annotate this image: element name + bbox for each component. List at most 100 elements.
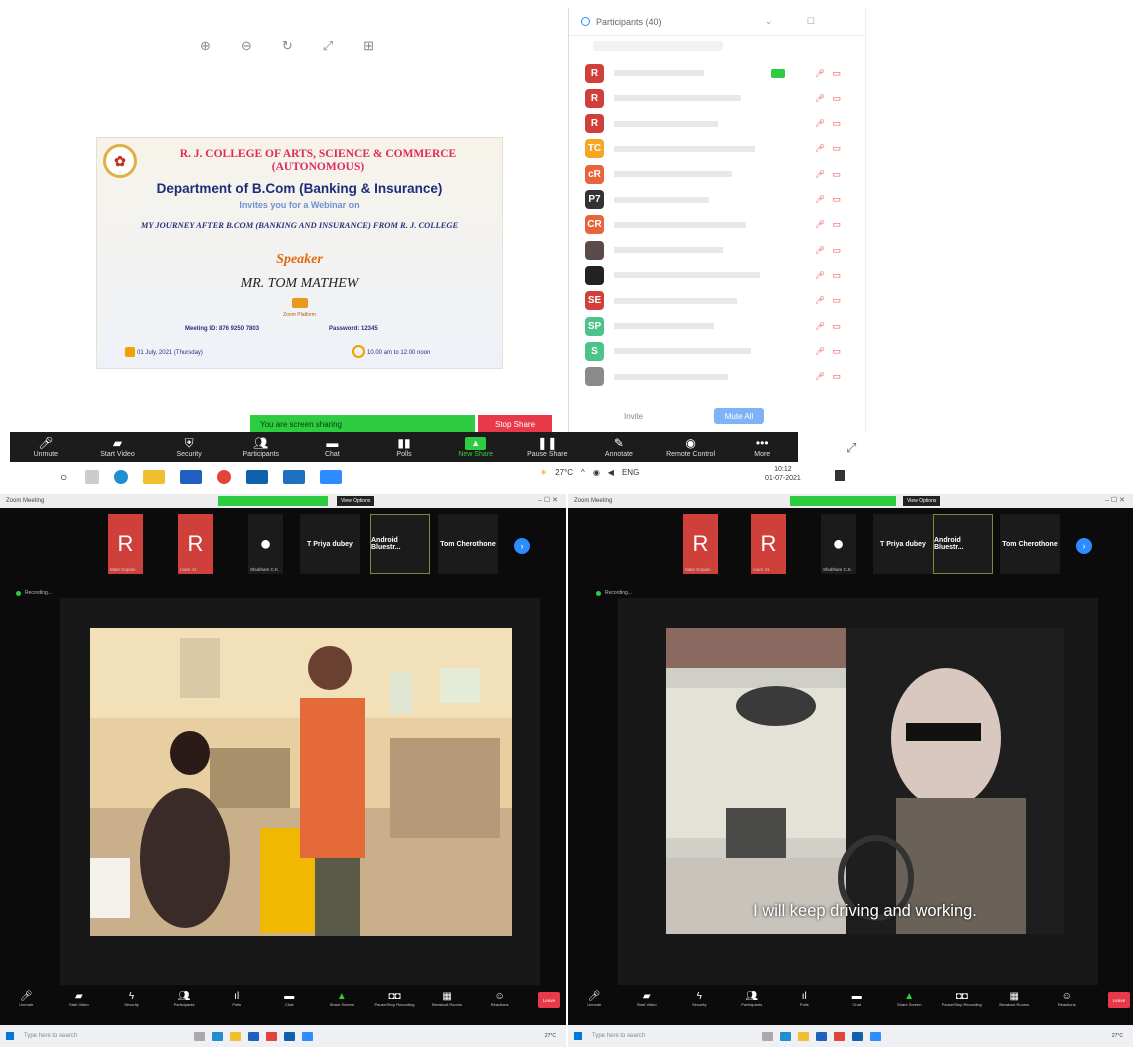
mic-muted-icon[interactable]: 🎤︎ <box>815 69 825 78</box>
leave-button[interactable]: Leave <box>1108 992 1130 1008</box>
view-options-button[interactable]: View Options <box>903 496 941 506</box>
video-off-icon[interactable]: ▭ <box>832 245 841 256</box>
search-icon[interactable]: ○ <box>60 470 67 484</box>
file-explorer-icon[interactable] <box>230 1031 241 1041</box>
participant-row[interactable]: 🎤︎ ▭ <box>585 264 855 286</box>
chat-button[interactable]: ▬ Chat <box>831 991 884 1007</box>
panel-window-controls[interactable]: ⌄ ☐ <box>765 16 831 27</box>
share-screen-button[interactable]: ▲ Share Screen <box>316 991 369 1007</box>
chrome-icon[interactable] <box>266 1031 277 1041</box>
polls-button[interactable]: ıl Polls <box>210 991 263 1007</box>
more-button[interactable]: ••• More <box>726 432 798 462</box>
zoom-app-icon[interactable] <box>302 1031 313 1041</box>
zoom-app-icon[interactable] <box>320 470 343 484</box>
participant-row[interactable]: 🎤︎ ▭ <box>585 366 855 388</box>
outlook-icon[interactable] <box>284 1031 295 1041</box>
video-off-icon[interactable]: ▭ <box>832 169 841 180</box>
taskbar-search[interactable]: Type here to search <box>592 1033 702 1039</box>
reactions-button[interactable]: ☺ Reactions <box>473 991 526 1007</box>
participant-row[interactable]: SP 🎤︎ ▭ <box>585 315 855 337</box>
store-icon[interactable] <box>816 1031 827 1041</box>
participants-button[interactable]: 👥︎ Participants <box>726 991 779 1007</box>
pause-stop-recording-button[interactable]: ◘◘ Pause/Stop Recording <box>368 991 421 1007</box>
chrome-icon[interactable] <box>217 470 232 484</box>
mic-muted-icon[interactable]: 🎤︎ <box>815 372 825 381</box>
participant-row[interactable]: CR 🎤︎ ▭ <box>585 214 855 236</box>
mic-muted-icon[interactable]: 🎤︎ <box>815 322 825 331</box>
participant-tile[interactable]: R Mate Dopian <box>683 514 718 574</box>
participant-row[interactable]: R 🎤︎ ▭ <box>585 87 855 109</box>
reactions-button[interactable]: ☺ Reactions <box>1041 991 1094 1007</box>
annotate-button[interactable]: ✎ Annotate <box>583 432 655 462</box>
window-controls[interactable]: – ☐ ✕ <box>1105 496 1125 504</box>
edge-icon[interactable] <box>212 1031 223 1041</box>
invite-button[interactable]: Invite <box>624 412 643 421</box>
sharing-banner[interactable]: You are screen sharing <box>250 415 475 433</box>
leave-button[interactable]: Leave <box>538 992 560 1008</box>
outlook-icon[interactable] <box>852 1031 863 1041</box>
app-icon[interactable] <box>762 1031 773 1041</box>
zoom-app-icon[interactable] <box>870 1031 881 1041</box>
task-view-icon[interactable] <box>85 470 100 484</box>
participant-tile[interactable]: Android Bluestr... <box>370 514 430 574</box>
video-off-icon[interactable]: ▭ <box>832 346 841 357</box>
network-icon[interactable]: ◉ <box>593 468 600 477</box>
participant-row[interactable]: P7 🎤︎ ▭ <box>585 189 855 211</box>
participant-row[interactable]: 🎤︎ ▭ <box>585 239 855 261</box>
video-off-icon[interactable]: ▭ <box>832 194 841 205</box>
participant-row[interactable]: R 🎤︎ ▭ <box>585 113 855 135</box>
participants-button[interactable]: 👥︎ Participants <box>225 432 297 462</box>
participant-row[interactable]: R 🎤︎ ▭ <box>585 62 855 84</box>
mic-muted-icon[interactable]: 🎤︎ <box>815 296 825 305</box>
security-button[interactable]: ϟ Security <box>673 991 726 1007</box>
next-page-button[interactable]: › <box>1076 538 1092 554</box>
participant-row[interactable]: TC 🎤︎ ▭ <box>585 138 855 160</box>
view-options-button[interactable]: View Options <box>337 496 375 506</box>
expand-icon[interactable]: ⤢ <box>846 440 856 456</box>
breakout-rooms-button[interactable]: ▦ Breakout Rooms <box>988 991 1041 1007</box>
grid-icon[interactable]: ⊞ <box>363 38 374 54</box>
participant-tile[interactable]: Android Bluestr... <box>933 514 993 574</box>
mic-muted-icon[interactable]: 🎤︎ <box>815 246 825 255</box>
photos-icon[interactable] <box>283 470 306 484</box>
video-off-icon[interactable]: ▭ <box>832 118 841 129</box>
participant-tile[interactable]: Tom Cherothone <box>438 514 498 574</box>
zoom-out-icon[interactable]: ⊖ <box>241 38 252 54</box>
start-video-button[interactable]: ▰ Start Video <box>53 991 106 1007</box>
video-off-icon[interactable]: ▭ <box>832 143 841 154</box>
participant-tile[interactable]: ● Shubham C.K. <box>821 514 856 574</box>
participant-row[interactable]: cR 🎤︎ ▭ <box>585 163 855 185</box>
mic-muted-icon[interactable]: 🎤︎ <box>815 94 825 103</box>
participant-tile[interactable]: R Mate Dopian <box>108 514 143 574</box>
mic-muted-icon[interactable]: 🎤︎ <box>815 170 825 179</box>
participant-tile[interactable]: T Priya dubey <box>300 514 360 574</box>
polls-button[interactable]: ▮▮ Polls <box>368 432 440 462</box>
start-video-button[interactable]: ▰ Start Video <box>82 432 154 462</box>
next-page-button[interactable]: › <box>514 538 530 554</box>
video-off-icon[interactable]: ▭ <box>832 321 841 332</box>
file-explorer-icon[interactable] <box>143 470 166 484</box>
zoom-in-icon[interactable]: ⊕ <box>200 38 211 54</box>
chat-button[interactable]: ▬ Chat <box>297 432 369 462</box>
window-controls[interactable]: – ☐ ✕ <box>538 496 558 504</box>
participant-tile[interactable]: T Priya dubey <box>873 514 933 574</box>
stop-share-button[interactable]: Stop Share <box>478 415 552 433</box>
video-off-icon[interactable]: ▭ <box>832 270 841 281</box>
chat-button[interactable]: ▬ Chat <box>263 991 316 1007</box>
mic-muted-icon[interactable]: 🎤︎ <box>815 144 825 153</box>
participant-tile[interactable]: Rroam 41 <box>751 514 786 574</box>
pause-share-button[interactable]: ❚❚ Pause Share <box>511 432 583 462</box>
mic-muted-icon[interactable]: 🎤︎ <box>815 119 825 128</box>
participant-tile[interactable]: Tom Cherothone <box>1000 514 1060 574</box>
unmute-button[interactable]: 🎤︎ Unmute <box>568 991 621 1007</box>
notification-icon[interactable] <box>835 470 845 481</box>
new-share-button[interactable]: ▲ New Share <box>440 432 512 462</box>
participant-row[interactable]: S 🎤︎ ▭ <box>585 340 855 362</box>
participant-row[interactable]: SE 🎤︎ ▭ <box>585 290 855 312</box>
unmute-button[interactable]: 🎤︎ Unmute <box>0 991 53 1007</box>
volume-icon[interactable]: ◀ <box>608 468 614 477</box>
pause-stop-recording-button[interactable]: ◘◘ Pause/Stop Recording <box>936 991 989 1007</box>
store-icon[interactable] <box>248 1031 259 1041</box>
video-off-icon[interactable]: ▭ <box>832 68 841 79</box>
participant-tile[interactable]: ● Shubham C.K. <box>248 514 283 574</box>
